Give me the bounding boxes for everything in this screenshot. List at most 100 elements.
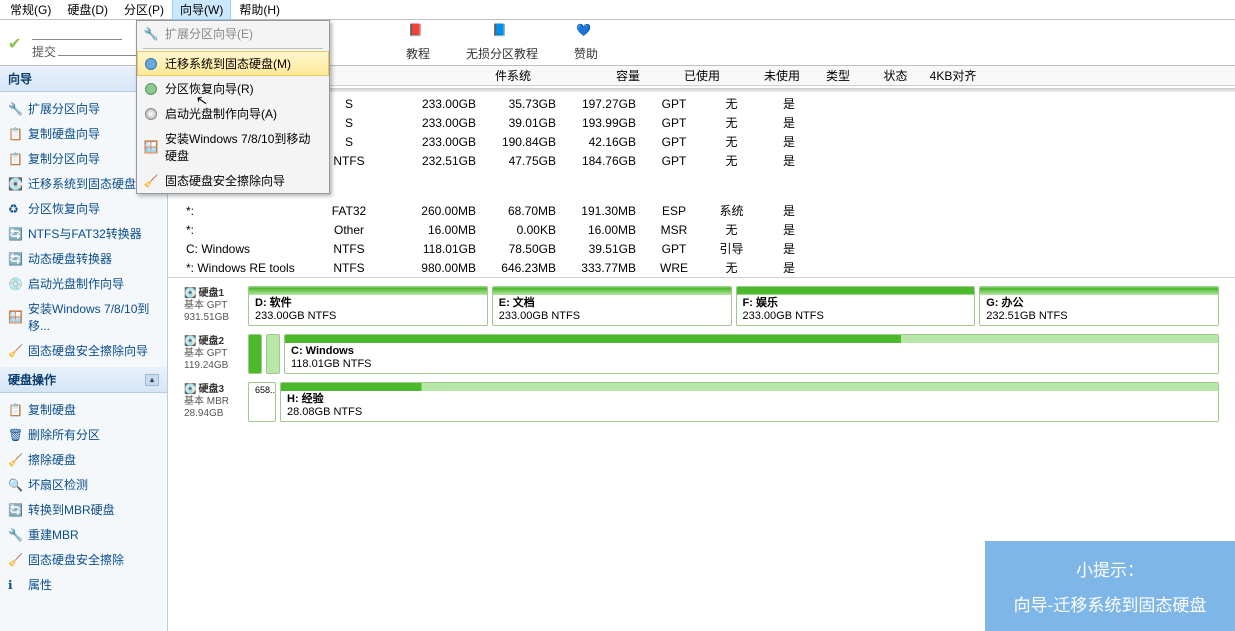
- table-row[interactable]: S233.00GB35.73GB197.27GBGPT无是: [184, 94, 1235, 113]
- partition-c[interactable]: C: Windows118.01GB NTFS: [284, 334, 1219, 374]
- nav-label: 复制硬盘: [28, 401, 76, 418]
- table-row[interactable]: S233.00GB39.01GB193.99GBGPT无是: [184, 113, 1235, 132]
- disk-icon: [143, 56, 159, 72]
- repair-icon: 🔧: [8, 528, 22, 542]
- menu-help[interactable]: 帮助(H): [231, 0, 288, 20]
- menu-general[interactable]: 常规(G): [2, 0, 59, 20]
- table-row[interactable]: *:Other16.00MB0.00KB16.00MBMSR无是: [184, 220, 1235, 239]
- col-used[interactable]: 已使用: [648, 67, 728, 84]
- disk3-info[interactable]: 💽硬盘3 基本 MBR 28.94GB: [184, 382, 244, 422]
- partition-unalloc[interactable]: 658...: [248, 382, 276, 422]
- cell-status: 无: [704, 221, 759, 238]
- col-fs[interactable]: 件系统: [468, 67, 558, 84]
- partition-g[interactable]: G: 办公232.51GB NTFS: [979, 286, 1219, 326]
- tutorial-label: 教程: [406, 45, 430, 62]
- disk-type: 基本 MBR: [184, 396, 244, 408]
- collapse-icon[interactable]: ▴: [145, 374, 159, 386]
- disk1-info[interactable]: 💽硬盘1 基本 GPT 931.51GB: [184, 286, 244, 326]
- cell-type: ESP: [644, 204, 704, 218]
- cd-icon: 💿: [8, 277, 22, 291]
- op-properties[interactable]: ℹ属性: [0, 572, 167, 597]
- tip-body: 向导-迁移系统到固态硬盘: [1014, 591, 1207, 616]
- dd-label: 迁移系统到固态硬盘(M): [165, 55, 291, 72]
- cell-status: 无: [704, 95, 759, 112]
- disk-row-2: 💽硬盘2 基本 GPT 119.24GB C: Windows118.01GB …: [184, 334, 1219, 374]
- disk-row-1: 💽硬盘1 基本 GPT 931.51GB D: 软件233.00GB NTFS …: [184, 286, 1219, 326]
- col-type[interactable]: 类型: [808, 67, 868, 84]
- nav-label: 删除所有分区: [28, 426, 100, 443]
- cell-align: 是: [759, 202, 819, 219]
- col-cap[interactable]: 容量: [558, 67, 648, 84]
- table-row[interactable]: C: WindowsNTFS118.01GB78.50GB39.51GBGPT引…: [184, 239, 1235, 258]
- partition-e[interactable]: E: 文档233.00GB NTFS: [492, 286, 732, 326]
- table-row[interactable]: *: Windows RE toolsNTFS980.00MB646.23MB3…: [184, 258, 1235, 277]
- col-free[interactable]: 未使用: [728, 67, 808, 84]
- dd-extend-partition[interactable]: 🔧 扩展分区向导(E): [137, 21, 329, 46]
- partition-esp[interactable]: [248, 334, 262, 374]
- op-delete-partitions[interactable]: 🗑 删除所有分区: [0, 422, 167, 447]
- cell-cap: 233.00GB: [394, 97, 484, 111]
- cell-type: GPT: [644, 97, 704, 111]
- cell-free: 193.99GB: [564, 116, 644, 130]
- cell-used: 68.70MB: [484, 204, 564, 218]
- disk-name: 硬盘3: [198, 384, 224, 396]
- dd-ssd-erase[interactable]: 🧹 固态硬盘安全擦除向导: [137, 168, 329, 193]
- separator: [143, 48, 323, 49]
- table-row[interactable]: S233.00GB190.84GB42.16GBGPT无是: [184, 132, 1235, 151]
- cell-status: 引导: [704, 240, 759, 257]
- col-status[interactable]: 状态: [868, 67, 923, 84]
- disk-name: 硬盘1: [198, 288, 224, 300]
- lossless-tutorial-button[interactable]: 📘 无损分区教程: [456, 23, 548, 62]
- cell-type: WRE: [644, 261, 704, 275]
- cell-align: 是: [759, 152, 819, 169]
- nav-dynamic-disk[interactable]: 🔄动态硬盘转换器: [0, 246, 167, 271]
- nav-partition-recovery[interactable]: ♻分区恢复向导: [0, 196, 167, 221]
- dd-install-windows[interactable]: 🪟 安装Windows 7/8/10到移动硬盘: [137, 126, 329, 168]
- nav-install-windows[interactable]: 🪟安装Windows 7/8/10到移...: [0, 296, 167, 338]
- cell-status: 无: [704, 259, 759, 276]
- partition-f[interactable]: F: 娱乐233.00GB NTFS: [736, 286, 976, 326]
- table-row[interactable]: *:FAT32260.00MB68.70MB191.30MBESP系统是: [184, 201, 1235, 220]
- menu-partition[interactable]: 分区(P): [116, 0, 172, 20]
- cell-cap: 232.51GB: [394, 154, 484, 168]
- ops-header[interactable]: 硬盘操作 ▴: [0, 367, 167, 393]
- convert-icon: 🔄: [8, 227, 22, 241]
- cd-icon: [143, 106, 159, 122]
- partition-d[interactable]: D: 软件233.00GB NTFS: [248, 286, 488, 326]
- disk2-group-header[interactable]: 硬盘2 (GPT): [184, 170, 1235, 201]
- cell-drive: *: Windows RE tools: [184, 261, 304, 275]
- nav-ntfs-fat32[interactable]: 🔄NTFS与FAT32转换器: [0, 221, 167, 246]
- dd-label: 启动光盘制作向导(A): [165, 105, 277, 122]
- cell-drive: *:: [184, 223, 304, 237]
- delete-icon: 🗑: [8, 428, 22, 442]
- cell-free: 39.51GB: [564, 242, 644, 256]
- menu-disk[interactable]: 硬盘(D): [59, 0, 116, 20]
- partition-h[interactable]: H: 经验28.08GB NTFS: [280, 382, 1219, 422]
- disk2-info[interactable]: 💽硬盘2 基本 GPT 119.24GB: [184, 334, 244, 374]
- cell-fs: NTFS: [304, 242, 394, 256]
- dd-boot-disc[interactable]: 启动光盘制作向导(A): [137, 101, 329, 126]
- sponsor-button[interactable]: 💙 赞助: [550, 23, 622, 62]
- col-align[interactable]: 4KB对齐: [923, 67, 983, 84]
- nav-label: 扩展分区向导: [28, 100, 100, 117]
- menu-wizard[interactable]: 向导(W): [172, 0, 231, 20]
- op-ssd-secure-erase[interactable]: 🧹固态硬盘安全擦除: [0, 547, 167, 572]
- op-copy-disk[interactable]: 📋复制硬盘: [0, 397, 167, 422]
- nav-boot-disc[interactable]: 💿启动光盘制作向导: [0, 271, 167, 296]
- cell-cap: 980.00MB: [394, 261, 484, 275]
- disk-icon: 💽: [184, 336, 196, 348]
- nav-ssd-erase[interactable]: 🧹固态硬盘安全擦除向导: [0, 338, 167, 363]
- cell-free: 191.30MB: [564, 204, 644, 218]
- sponsor-label: 赞助: [574, 45, 598, 62]
- table-row[interactable]: G: 办公NTFS232.51GB47.75GB184.76GBGPT无是: [184, 151, 1235, 170]
- tutorial-button[interactable]: 📕 教程: [382, 23, 454, 62]
- partition-msr[interactable]: [266, 334, 280, 374]
- nav-label: 属性: [28, 576, 52, 593]
- dd-partition-recovery[interactable]: 分区恢复向导(R): [137, 76, 329, 101]
- op-bad-sector[interactable]: 🔍坏扇区检测: [0, 472, 167, 497]
- op-wipe-disk[interactable]: 🧹擦除硬盘: [0, 447, 167, 472]
- op-convert-mbr[interactable]: 🔄转换到MBR硬盘: [0, 497, 167, 522]
- op-rebuild-mbr[interactable]: 🔧重建MBR: [0, 522, 167, 547]
- dd-migrate-ssd[interactable]: 迁移系统到固态硬盘(M): [137, 51, 329, 76]
- cell-status: 无: [704, 152, 759, 169]
